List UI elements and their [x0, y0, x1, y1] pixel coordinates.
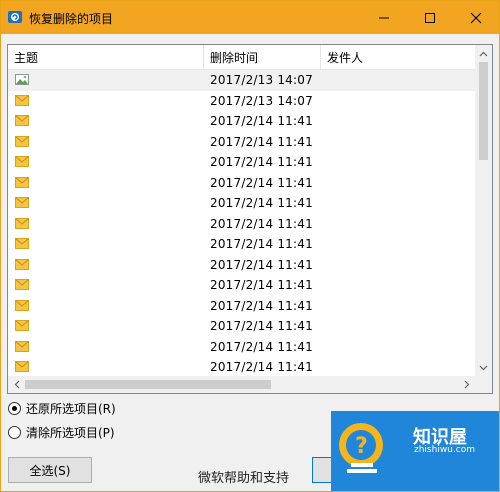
list-row[interactable]: 2017/2/14 11:41	[8, 173, 475, 194]
mail-icon	[15, 238, 29, 249]
minimize-icon	[379, 17, 389, 18]
mail-icon	[15, 217, 29, 229]
app-icon	[8, 11, 22, 23]
list-row[interactable]: 2017/2/14 11:41	[8, 316, 475, 337]
mail-icon	[15, 279, 29, 290]
mail-icon	[15, 361, 29, 372]
deleted-time-cell: 2017/2/14 11:41	[210, 298, 313, 313]
mail-icon	[15, 340, 29, 352]
purge-option[interactable]: 清除所选项目(P)	[8, 424, 115, 440]
list-header: 主题 删除时间 发件人	[8, 45, 475, 70]
deleted-time-cell: 2017/2/14 11:41	[210, 175, 313, 190]
deleted-time-cell: 2017/2/14 11:41	[210, 134, 313, 149]
deleted-items-list[interactable]: 主题 删除时间 发件人 2017/2/13 14:07 2017/2/13 14:…	[7, 44, 493, 394]
scroll-left-button[interactable]	[8, 376, 25, 393]
list-row[interactable]: 2017/2/14 11:41	[8, 255, 475, 276]
mail-icon	[15, 197, 29, 208]
scroll-right-button[interactable]	[458, 376, 475, 393]
list-row[interactable]: 2017/2/14 11:41	[8, 132, 475, 153]
scroll-down-button[interactable]	[475, 359, 492, 376]
list-row[interactable]: 2017/2/14 11:41	[8, 275, 475, 296]
title-bar[interactable]: 恢复删除的项目	[1, 1, 499, 34]
image-mail-icon	[15, 74, 29, 85]
column-header-deleted-time[interactable]: 删除时间	[204, 45, 320, 69]
chevron-up-icon	[479, 51, 488, 56]
scrollbar-corner	[475, 376, 492, 393]
purge-option-label[interactable]: 清除所选项目(P)	[26, 424, 115, 441]
chevron-down-icon	[479, 365, 488, 370]
vertical-scroll-thumb[interactable]	[479, 62, 488, 160]
mail-icon	[15, 156, 29, 167]
list-rows: 2017/2/13 14:07 2017/2/13 14:07 2017/2/14 …	[8, 70, 475, 378]
deleted-time-cell: 2017/2/14 11:41	[210, 237, 313, 251]
maximize-icon	[425, 12, 435, 23]
horizontal-scroll-thumb[interactable]	[25, 380, 271, 389]
mail-icon	[15, 299, 29, 311]
deleted-time-cell: 2017/2/13 14:07	[210, 93, 313, 108]
deleted-time-cell: 2017/2/14 11:41	[210, 319, 313, 333]
deleted-time-cell: 2017/2/14 11:41	[210, 257, 313, 272]
close-icon	[470, 12, 482, 23]
purge-radio[interactable]	[8, 425, 21, 439]
deleted-time-cell: 2017/2/14 11:41	[210, 216, 313, 231]
list-row[interactable]: 2017/2/13 14:07	[8, 70, 475, 91]
restore-option[interactable]: 还原所选项目(R)	[8, 400, 116, 416]
dialog-window: 恢复删除的项目 主题 删除时间 发件人 2017/2/13 14:07 2017/…	[0, 0, 500, 492]
deleted-time-cell: 2017/2/13 14:07	[203, 70, 319, 90]
list-row[interactable]: 2017/2/14 11:41	[8, 296, 475, 317]
list-row[interactable]: 2017/2/13 14:07	[8, 91, 475, 112]
list-row[interactable]: 2017/2/14 11:41	[8, 234, 475, 255]
horizontal-scrollbar[interactable]	[8, 376, 475, 393]
mail-icon	[15, 320, 29, 331]
column-header-subject[interactable]: 主题	[8, 45, 203, 69]
minimize-button[interactable]	[361, 1, 407, 34]
maximize-button[interactable]	[407, 1, 453, 34]
restore-option-label[interactable]: 还原所选项目(R)	[26, 400, 116, 417]
list-row[interactable]: 2017/2/14 11:41	[8, 111, 475, 132]
deleted-time-cell: 2017/2/14 11:41	[210, 278, 313, 292]
close-button[interactable]	[453, 1, 499, 34]
deleted-time-cell: 2017/2/14 11:41	[210, 196, 313, 210]
list-row[interactable]: 2017/2/14 11:41	[8, 193, 475, 214]
list-row[interactable]: 2017/2/14 11:41	[8, 357, 475, 378]
deleted-time-cell: 2017/2/14 11:41	[210, 339, 313, 354]
mail-icon	[15, 258, 29, 270]
column-header-sender[interactable]: 发件人	[321, 45, 441, 69]
mail-icon	[15, 94, 29, 106]
window-title: 恢复删除的项目	[29, 12, 114, 26]
help-and-support-link[interactable]: 微软帮助和支持	[198, 467, 289, 486]
mail-icon	[15, 176, 29, 188]
chevron-left-icon	[14, 380, 19, 389]
list-row[interactable]: 2017/2/14 11:41	[8, 337, 475, 358]
chevron-right-icon	[464, 380, 469, 389]
deleted-time-cell: 2017/2/14 11:41	[210, 114, 313, 128]
svg-text:?: ?	[355, 434, 368, 459]
mail-icon	[15, 115, 29, 126]
restore-radio[interactable]	[8, 401, 21, 415]
deleted-time-cell: 2017/2/14 11:41	[210, 155, 313, 169]
list-row[interactable]: 2017/2/14 11:41	[8, 214, 475, 235]
mail-icon	[15, 135, 29, 147]
watermark-url: zhishiwu.com	[414, 445, 475, 455]
vertical-scrollbar[interactable]	[475, 45, 492, 376]
deleted-time-cell: 2017/2/14 11:41	[210, 360, 313, 374]
select-all-button[interactable]: 全选(S)	[8, 457, 92, 483]
list-row[interactable]: 2017/2/14 11:41	[8, 152, 475, 173]
scroll-up-button[interactable]	[475, 45, 492, 62]
